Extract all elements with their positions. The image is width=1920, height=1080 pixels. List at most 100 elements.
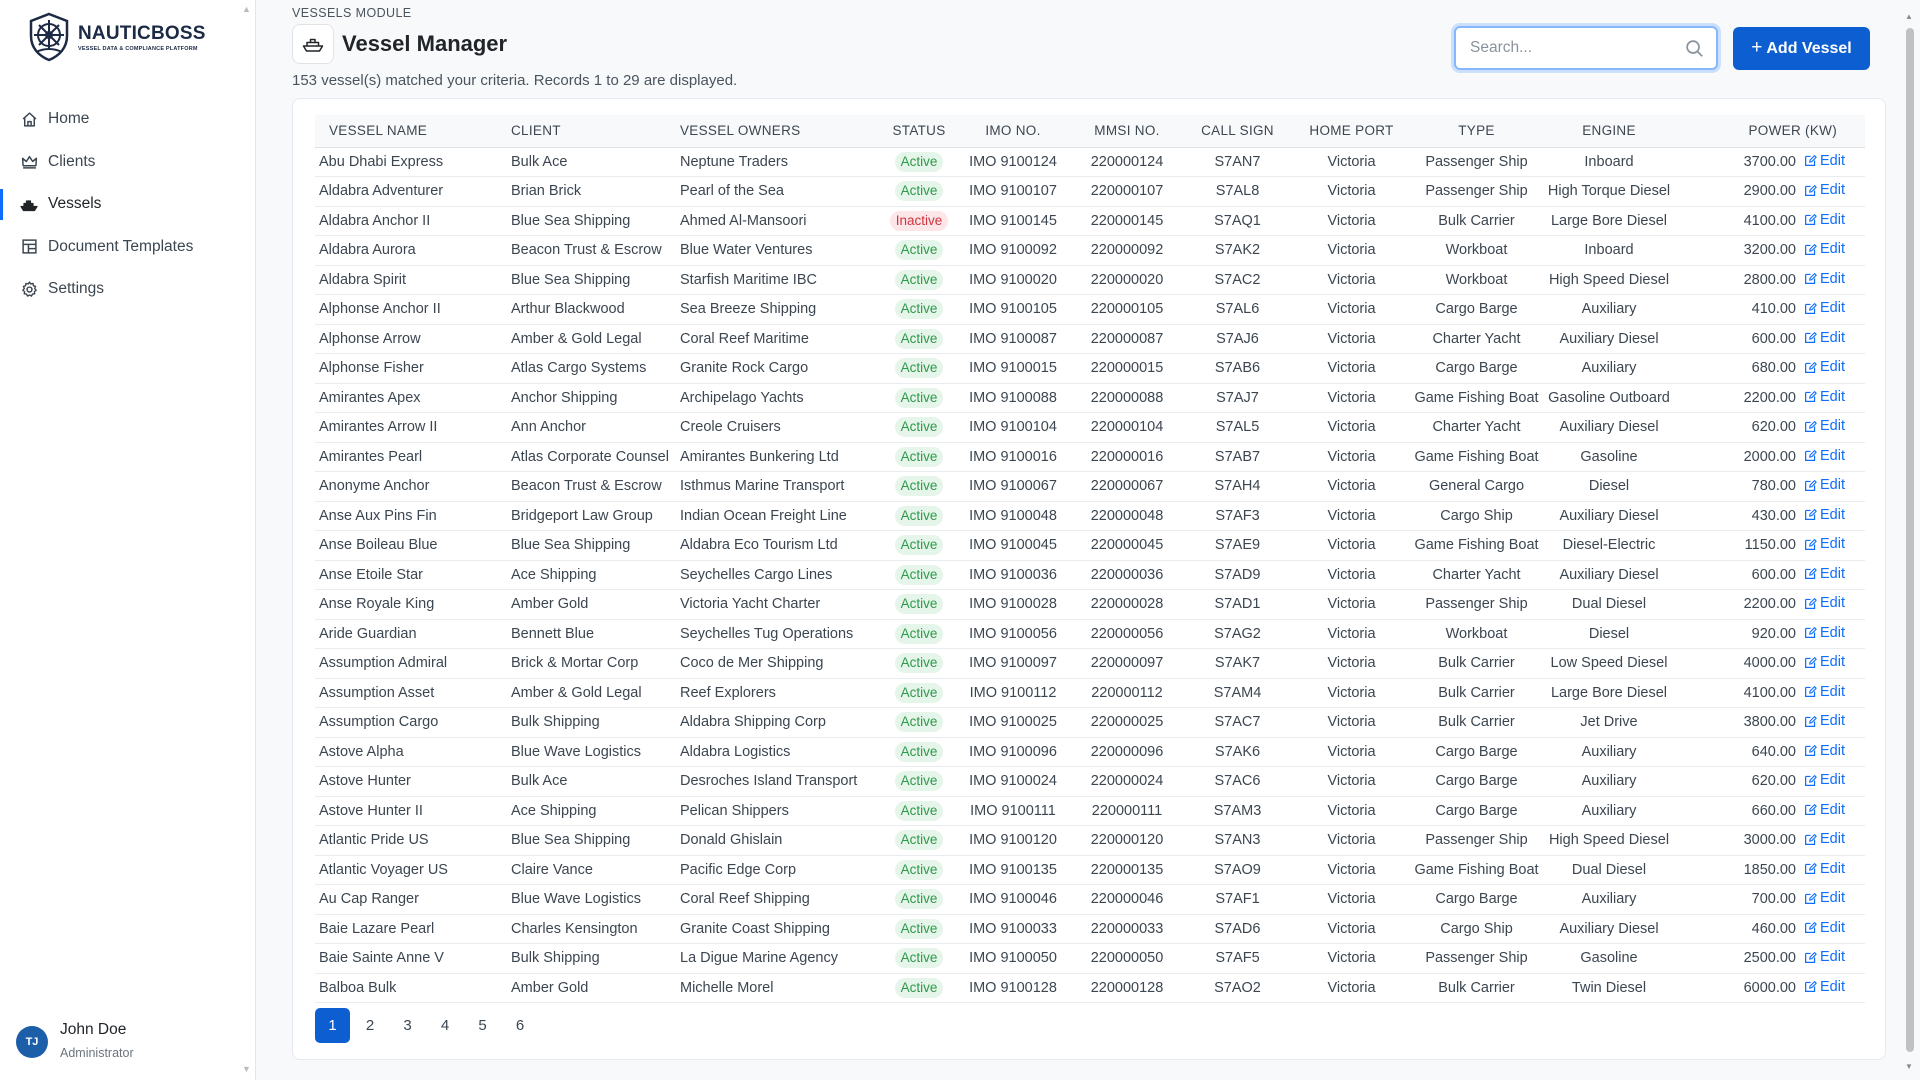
edit-button[interactable]: Edit bbox=[1804, 890, 1845, 906]
table-row[interactable]: Alphonse Arrow Amber & Gold Legal Coral Re… bbox=[315, 324, 1865, 354]
table-row[interactable]: Amirantes Pearl Atlas Corporate Counsel Am… bbox=[315, 442, 1865, 472]
vessel-name-cell: Baie Lazare Pearl bbox=[315, 914, 511, 944]
column-header[interactable]: VESSEL OWNERS bbox=[680, 115, 885, 148]
table-row[interactable]: Astove Hunter Bulk Ace Desroches Island Tr… bbox=[315, 766, 1865, 797]
edit-button[interactable]: Edit bbox=[1804, 448, 1845, 464]
edit-button[interactable]: Edit bbox=[1804, 389, 1845, 405]
edit-button[interactable]: Edit bbox=[1804, 271, 1845, 287]
edit-button[interactable]: Edit bbox=[1804, 153, 1845, 169]
column-header[interactable]: ENGINE bbox=[1544, 115, 1674, 148]
edit-button[interactable]: Edit bbox=[1804, 507, 1845, 523]
table-row[interactable]: Aldabra Adventurer Brian Brick Pearl of th… bbox=[315, 176, 1865, 207]
table-row[interactable]: Amirantes Apex Anchor Shipping Archipelago… bbox=[315, 383, 1865, 413]
table-row[interactable]: Baie Sainte Anne V Bulk Shipping La Digue … bbox=[315, 943, 1865, 974]
table-row[interactable]: Alphonse Fisher Atlas Cargo Systems Granit… bbox=[315, 353, 1865, 384]
column-header[interactable]: STATUS bbox=[885, 115, 953, 148]
column-header[interactable]: POWER (KW) bbox=[1674, 115, 1865, 148]
sidebar-item-settings[interactable]: Settings bbox=[0, 268, 256, 311]
status-cell: Active bbox=[885, 560, 953, 590]
table-row[interactable]: Assumption Admiral Brick & Mortar Corp Coc… bbox=[315, 648, 1865, 679]
sidebar-scroll-down-icon[interactable]: ▼ bbox=[242, 1064, 251, 1074]
column-header[interactable]: CALL SIGN bbox=[1181, 115, 1294, 148]
column-header[interactable]: MMSI NO. bbox=[1073, 115, 1181, 148]
edit-button[interactable]: Edit bbox=[1804, 212, 1845, 228]
engine-cell: Auxiliary Diesel bbox=[1544, 501, 1674, 531]
edit-button[interactable]: Edit bbox=[1804, 241, 1845, 257]
user-profile[interactable]: TJ John Doe Administrator bbox=[16, 1018, 134, 1060]
table-row[interactable]: Anse Boileau Blue Blue Sea Shipping Aldabr… bbox=[315, 530, 1865, 561]
table-row[interactable]: Baie Lazare Pearl Charles Kensington Grani… bbox=[315, 914, 1865, 944]
edit-button[interactable]: Edit bbox=[1804, 772, 1845, 788]
table-row[interactable]: Assumption Asset Amber & Gold Legal Reef E… bbox=[315, 678, 1865, 708]
page-button-3[interactable]: 3 bbox=[390, 1008, 425, 1043]
search-input[interactable] bbox=[1470, 39, 1670, 57]
edit-button[interactable]: Edit bbox=[1804, 684, 1845, 700]
table-row[interactable]: Anse Royale King Amber Gold Victoria Yacht… bbox=[315, 589, 1865, 620]
edit-button[interactable]: Edit bbox=[1804, 713, 1845, 729]
sidebar-item-document-templates[interactable]: Document Templates bbox=[0, 226, 256, 269]
column-header[interactable]: VESSEL NAME bbox=[315, 115, 511, 148]
table-row[interactable]: Anonyme Anchor Beacon Trust & Escrow Isthm… bbox=[315, 471, 1865, 502]
column-header[interactable]: HOME PORT bbox=[1294, 115, 1409, 148]
edit-button[interactable]: Edit bbox=[1804, 330, 1845, 346]
edit-button[interactable]: Edit bbox=[1804, 625, 1845, 641]
search-icon[interactable] bbox=[1685, 39, 1704, 63]
page-button-1[interactable]: 1 bbox=[315, 1008, 350, 1043]
table-row[interactable]: Aldabra Anchor II Blue Sea Shipping Ahmed … bbox=[315, 206, 1865, 236]
table-row[interactable]: Aride Guardian Bennett Blue Seychelles Tug… bbox=[315, 619, 1865, 649]
results-summary: 153 vessel(s) matched your criteria. Rec… bbox=[292, 72, 738, 89]
edit-button[interactable]: Edit bbox=[1804, 566, 1845, 582]
search-box[interactable] bbox=[1454, 26, 1718, 70]
table-row[interactable]: Alphonse Anchor II Arthur Blackwood Sea Br… bbox=[315, 294, 1865, 325]
type-cell: Cargo Barge bbox=[1409, 353, 1544, 384]
edit-button[interactable]: Edit bbox=[1804, 654, 1845, 670]
sidebar-scroll-up-icon[interactable]: ▲ bbox=[242, 4, 251, 14]
table-row[interactable]: Astove Hunter II Ace Shipping Pelican Ship… bbox=[315, 796, 1865, 826]
edit-button[interactable]: Edit bbox=[1804, 418, 1845, 434]
page-button-6[interactable]: 6 bbox=[503, 1008, 538, 1043]
brand-logo[interactable]: NAUTICBOSS VESSEL DATA & COMPLIANCE PLAT… bbox=[26, 12, 206, 62]
page-scroll-down-icon[interactable]: ▼ bbox=[1905, 1062, 1913, 1071]
table-row[interactable]: Balboa Bulk Amber Gold Michelle Morel Activ… bbox=[315, 973, 1865, 1003]
edit-button[interactable]: Edit bbox=[1804, 536, 1845, 552]
sidebar-item-vessels[interactable]: Vessels bbox=[0, 183, 256, 226]
status-badge: Active bbox=[894, 594, 944, 615]
page-button-2[interactable]: 2 bbox=[353, 1008, 388, 1043]
sidebar-item-home[interactable]: Home bbox=[0, 98, 256, 141]
edit-button[interactable]: Edit bbox=[1804, 595, 1845, 611]
table-row[interactable]: Abu Dhabi Express Bulk Ace Neptune Traders… bbox=[315, 147, 1865, 177]
status-cell: Active bbox=[885, 294, 953, 325]
edit-button[interactable]: Edit bbox=[1804, 743, 1845, 759]
page-scroll-up-icon[interactable]: ▲ bbox=[1905, 12, 1913, 21]
edit-button[interactable]: Edit bbox=[1804, 949, 1845, 965]
table-row[interactable]: Anse Aux Pins Fin Bridgeport Law Group Ind… bbox=[315, 501, 1865, 531]
add-vessel-button[interactable]: + Add Vessel bbox=[1733, 27, 1870, 70]
table-row[interactable]: Amirantes Arrow II Ann Anchor Creole Cruis… bbox=[315, 412, 1865, 443]
edit-button[interactable]: Edit bbox=[1804, 300, 1845, 316]
table-row[interactable]: Astove Alpha Blue Wave Logistics Aldabra L… bbox=[315, 737, 1865, 767]
table-row[interactable]: Atlantic Voyager US Claire Vance Pacific E… bbox=[315, 855, 1865, 885]
page-button-4[interactable]: 4 bbox=[428, 1008, 463, 1043]
column-header[interactable]: CLIENT bbox=[511, 115, 680, 148]
column-header[interactable]: TYPE bbox=[1409, 115, 1544, 148]
edit-button[interactable]: Edit bbox=[1804, 979, 1845, 995]
table-row[interactable]: Aldabra Spirit Blue Sea Shipping Starfish … bbox=[315, 265, 1865, 295]
table-row[interactable]: Anse Etoile Star Ace Shipping Seychelles C… bbox=[315, 560, 1865, 590]
edit-button[interactable]: Edit bbox=[1804, 802, 1845, 818]
power-cell: 920.00 bbox=[1674, 619, 1804, 649]
table-row[interactable]: Au Cap Ranger Blue Wave Logistics Coral Re… bbox=[315, 884, 1865, 915]
sidebar-item-clients[interactable]: Clients bbox=[0, 141, 256, 184]
column-header[interactable]: IMO NO. bbox=[953, 115, 1073, 148]
table-row[interactable]: Assumption Cargo Bulk Shipping Aldabra Shi… bbox=[315, 707, 1865, 738]
table-row[interactable]: Atlantic Pride US Blue Sea Shipping Donald… bbox=[315, 825, 1865, 856]
table-row[interactable]: Aldabra Aurora Beacon Trust & Escrow Blue … bbox=[315, 235, 1865, 266]
edit-button[interactable]: Edit bbox=[1804, 477, 1845, 493]
page-scrollbar[interactable] bbox=[1906, 28, 1914, 1052]
mmsi-cell: 220000046 bbox=[1073, 884, 1181, 915]
edit-button[interactable]: Edit bbox=[1804, 182, 1845, 198]
edit-button[interactable]: Edit bbox=[1804, 861, 1845, 877]
page-button-5[interactable]: 5 bbox=[465, 1008, 500, 1043]
edit-button[interactable]: Edit bbox=[1804, 831, 1845, 847]
edit-button[interactable]: Edit bbox=[1804, 920, 1845, 936]
edit-button[interactable]: Edit bbox=[1804, 359, 1845, 375]
